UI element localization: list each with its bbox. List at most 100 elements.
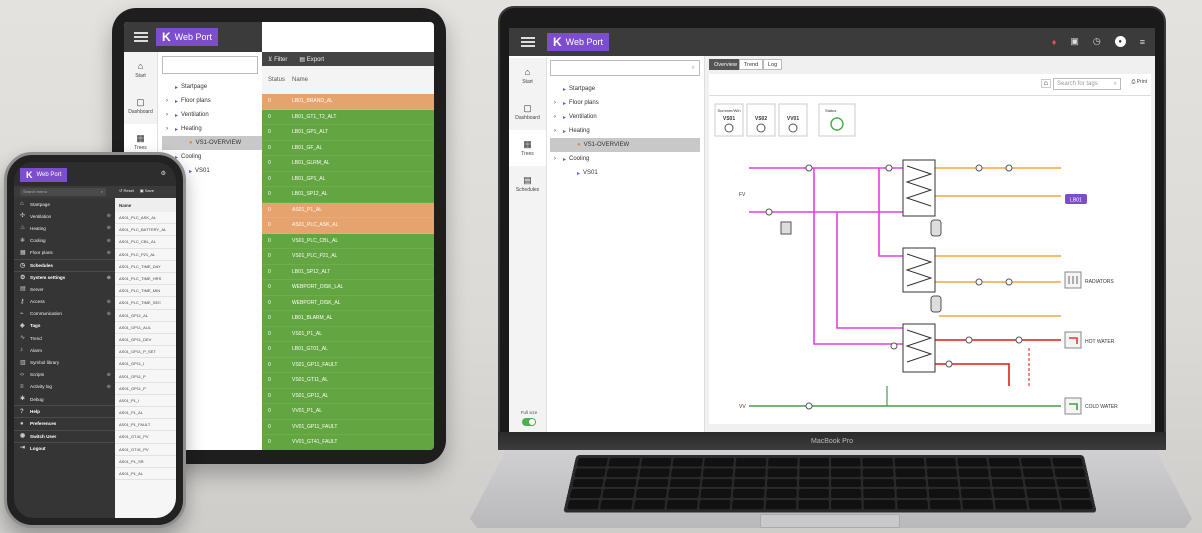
- menu-item-ventilation[interactable]: ✣ Ventilation ⊕: [14, 210, 115, 222]
- expand-icon[interactable]: ⊕: [107, 384, 111, 390]
- alarm-row[interactable]: 0 LB01_GT01_AL: [262, 342, 434, 358]
- menu-item-help[interactable]: ? Help: [14, 405, 115, 417]
- cold-water-block[interactable]: COLD WATER: [1064, 397, 1118, 415]
- list-item[interactable]: AS01_PLC_ASK_AL: [115, 212, 176, 225]
- tree-item[interactable]: ▸ VS01: [550, 166, 700, 180]
- list-item[interactable]: AS01_PLC_TIME_SEC: [115, 297, 176, 310]
- list-item[interactable]: AS01_P1_FAULT: [115, 419, 176, 432]
- system-card-vv01[interactable]: VV01: [778, 103, 808, 137]
- radiators-block[interactable]: RADIATORS: [1064, 271, 1114, 289]
- expand-icon[interactable]: ⊕: [107, 213, 111, 219]
- rail-item-2[interactable]: ▦ Trees: [509, 130, 546, 166]
- alarm-row[interactable]: 0 VS01_GP11_FAULT: [262, 357, 434, 373]
- heat-exchanger-radiators[interactable]: [902, 247, 936, 293]
- alarm-row[interactable]: 0 VV01_GP11_FAULT: [262, 419, 434, 435]
- menu-item-activity-log[interactable]: ≡ Activity log ⊕: [14, 381, 115, 393]
- tree-item[interactable]: › ▸ Floor plans: [162, 94, 262, 108]
- chevron-right-icon[interactable]: ›: [166, 98, 172, 104]
- tab-trend[interactable]: Trend: [739, 59, 764, 70]
- tree-search-input[interactable]: [162, 56, 258, 74]
- timer-icon[interactable]: ◷: [1093, 36, 1101, 47]
- alarm-row[interactable]: 0 VS01_GP11_AL: [262, 388, 434, 404]
- list-item[interactable]: AS01_P1_SR: [115, 456, 176, 468]
- list-item[interactable]: AS01_GP11_DEV: [115, 334, 176, 347]
- list-item[interactable]: AS01_PLC_TIME_HRS: [115, 273, 176, 286]
- tree-item[interactable]: › ▸ Heating: [162, 122, 262, 136]
- list-item[interactable]: AS01_PLC_CBL_AL: [115, 236, 176, 249]
- rail-item-0[interactable]: ⌂ Start: [509, 58, 546, 94]
- full-size-toggle[interactable]: [522, 418, 536, 426]
- brand-logo[interactable]: K Web Port: [547, 33, 610, 51]
- tag-search-input[interactable]: Search for tags ⌕: [1053, 78, 1121, 90]
- list-item[interactable]: AS01_PLC_TIME_DAY: [115, 261, 176, 273]
- user-avatar[interactable]: ●: [1114, 36, 1126, 47]
- alarm-row[interactable]: 0 LB01_SP12_ALT: [262, 264, 434, 280]
- column-name[interactable]: Name: [292, 77, 308, 83]
- list-item[interactable]: AS01_PLC_TIME_MIN: [115, 285, 176, 298]
- alarm-row[interactable]: 0 LB01_BLARM_AL: [262, 311, 434, 327]
- list-item[interactable]: AS01_P1_AL: [115, 468, 176, 481]
- list-item[interactable]: AS01_GP11_P: [115, 383, 176, 395]
- alarm-row[interactable]: 0 LB01_GP1_ALT: [262, 125, 434, 141]
- menu-item-floor-plans[interactable]: ▦ Floor plans ⊕: [14, 247, 115, 259]
- lb01-badge[interactable]: LB01: [1065, 194, 1087, 204]
- menu-item-cooling[interactable]: ❄ Cooling ⊕: [14, 235, 115, 247]
- alarm-row[interactable]: 0 LB01_GP1_AL: [262, 171, 434, 187]
- home-button-icon[interactable]: ⌂: [1040, 79, 1051, 88]
- tree-item[interactable]: ● VS1-OVERVIEW: [550, 138, 700, 152]
- hot-water-block[interactable]: HOT WATER: [1064, 331, 1115, 349]
- save-button[interactable]: ▣ Save: [140, 188, 154, 193]
- menu-item-debug[interactable]: ✱ Debug: [14, 393, 115, 405]
- tree-item[interactable]: › ▸ Ventilation: [550, 110, 700, 124]
- list-item[interactable]: AS01_GP11_P: [115, 370, 176, 383]
- export-button[interactable]: ▤ Export: [299, 56, 324, 63]
- filter-button[interactable]: ⊻ Filter: [268, 56, 287, 63]
- heat-exchanger-hot-water[interactable]: [902, 323, 936, 373]
- expand-icon[interactable]: ⊕: [107, 372, 111, 378]
- chevron-right-icon[interactable]: ›: [554, 128, 560, 134]
- menu-item-scripts[interactable]: ‹› Scripts ⊕: [14, 369, 115, 381]
- expand-icon[interactable]: ⊕: [107, 238, 111, 244]
- system-card-vs02[interactable]: VS02: [746, 103, 776, 137]
- list-item[interactable]: AS01_P1_I: [115, 395, 176, 407]
- list-item[interactable]: AS01_GP11_I: [115, 358, 176, 371]
- list-item[interactable]: AS01_GP11_AL: [115, 310, 176, 322]
- menu-item-heating[interactable]: ♨ Heating ⊕: [14, 222, 115, 234]
- expand-icon[interactable]: ⊕: [107, 250, 111, 256]
- more-menu-icon[interactable]: ≡: [1140, 37, 1145, 47]
- tab-overview[interactable]: Overview: [709, 59, 742, 70]
- menu-item-access[interactable]: ⚷ Access ⊕: [14, 296, 115, 308]
- status-card[interactable]: Status: [818, 103, 856, 137]
- alarm-row[interactable]: 0 LB01_BRAND_AL: [262, 94, 434, 110]
- chevron-right-icon[interactable]: ›: [554, 100, 560, 106]
- system-card-vs01[interactable]: Summer/Win VS01: [714, 103, 744, 137]
- rail-item-1[interactable]: ▢ Dashboard: [509, 94, 546, 130]
- tree-item[interactable]: ▸ Startpage: [162, 80, 262, 94]
- pump-unit[interactable]: [780, 221, 792, 235]
- alarm-row[interactable]: 0 VV01_P1_AL: [262, 404, 434, 420]
- alarm-row[interactable]: 0 LB01_GF_AL: [262, 140, 434, 156]
- menu-icon[interactable]: [134, 32, 148, 42]
- alarm-row[interactable]: 0 LB01_GT1_T2_ALT: [262, 109, 434, 125]
- chevron-right-icon[interactable]: ›: [166, 126, 172, 132]
- sensors[interactable]: [765, 164, 1023, 410]
- alarm-row[interactable]: 0 LB01_GLRM_AL: [262, 156, 434, 172]
- alarm-row[interactable]: 0 VS01_GT11_AL: [262, 373, 434, 389]
- reset-button[interactable]: ↺ Reset: [119, 188, 134, 193]
- tree-search-input[interactable]: ⌕: [550, 60, 700, 76]
- menu-item-trend[interactable]: ∿ Trend: [14, 332, 115, 344]
- expansion-tank[interactable]: [930, 295, 942, 313]
- chevron-right-icon[interactable]: ›: [554, 156, 560, 162]
- alarm-row[interactable]: 0 LB01_SP12_AL: [262, 187, 434, 203]
- expansion-tank[interactable]: [930, 219, 942, 237]
- expand-icon[interactable]: ⊕: [107, 311, 111, 317]
- rail-item-1[interactable]: ▢ Dashboard: [124, 88, 157, 124]
- alarm-row[interactable]: 0 VS01_PLC_CBL_AL: [262, 233, 434, 249]
- alarm-row[interactable]: 0 VS01_PLC_P21_AL: [262, 249, 434, 265]
- rail-item-3[interactable]: ▤ Schedules: [509, 166, 546, 202]
- menu-item-system-settings[interactable]: ⚙ System settings ⊕: [14, 271, 115, 283]
- rail-item-0[interactable]: ⌂ Start: [124, 52, 157, 88]
- tree-item[interactable]: ● VS1-OVERVIEW: [162, 136, 262, 150]
- brand-logo[interactable]: K Web Port: [20, 168, 68, 182]
- alarm-row[interactable]: 0 WEBPORT_DISK_LAL: [262, 280, 434, 296]
